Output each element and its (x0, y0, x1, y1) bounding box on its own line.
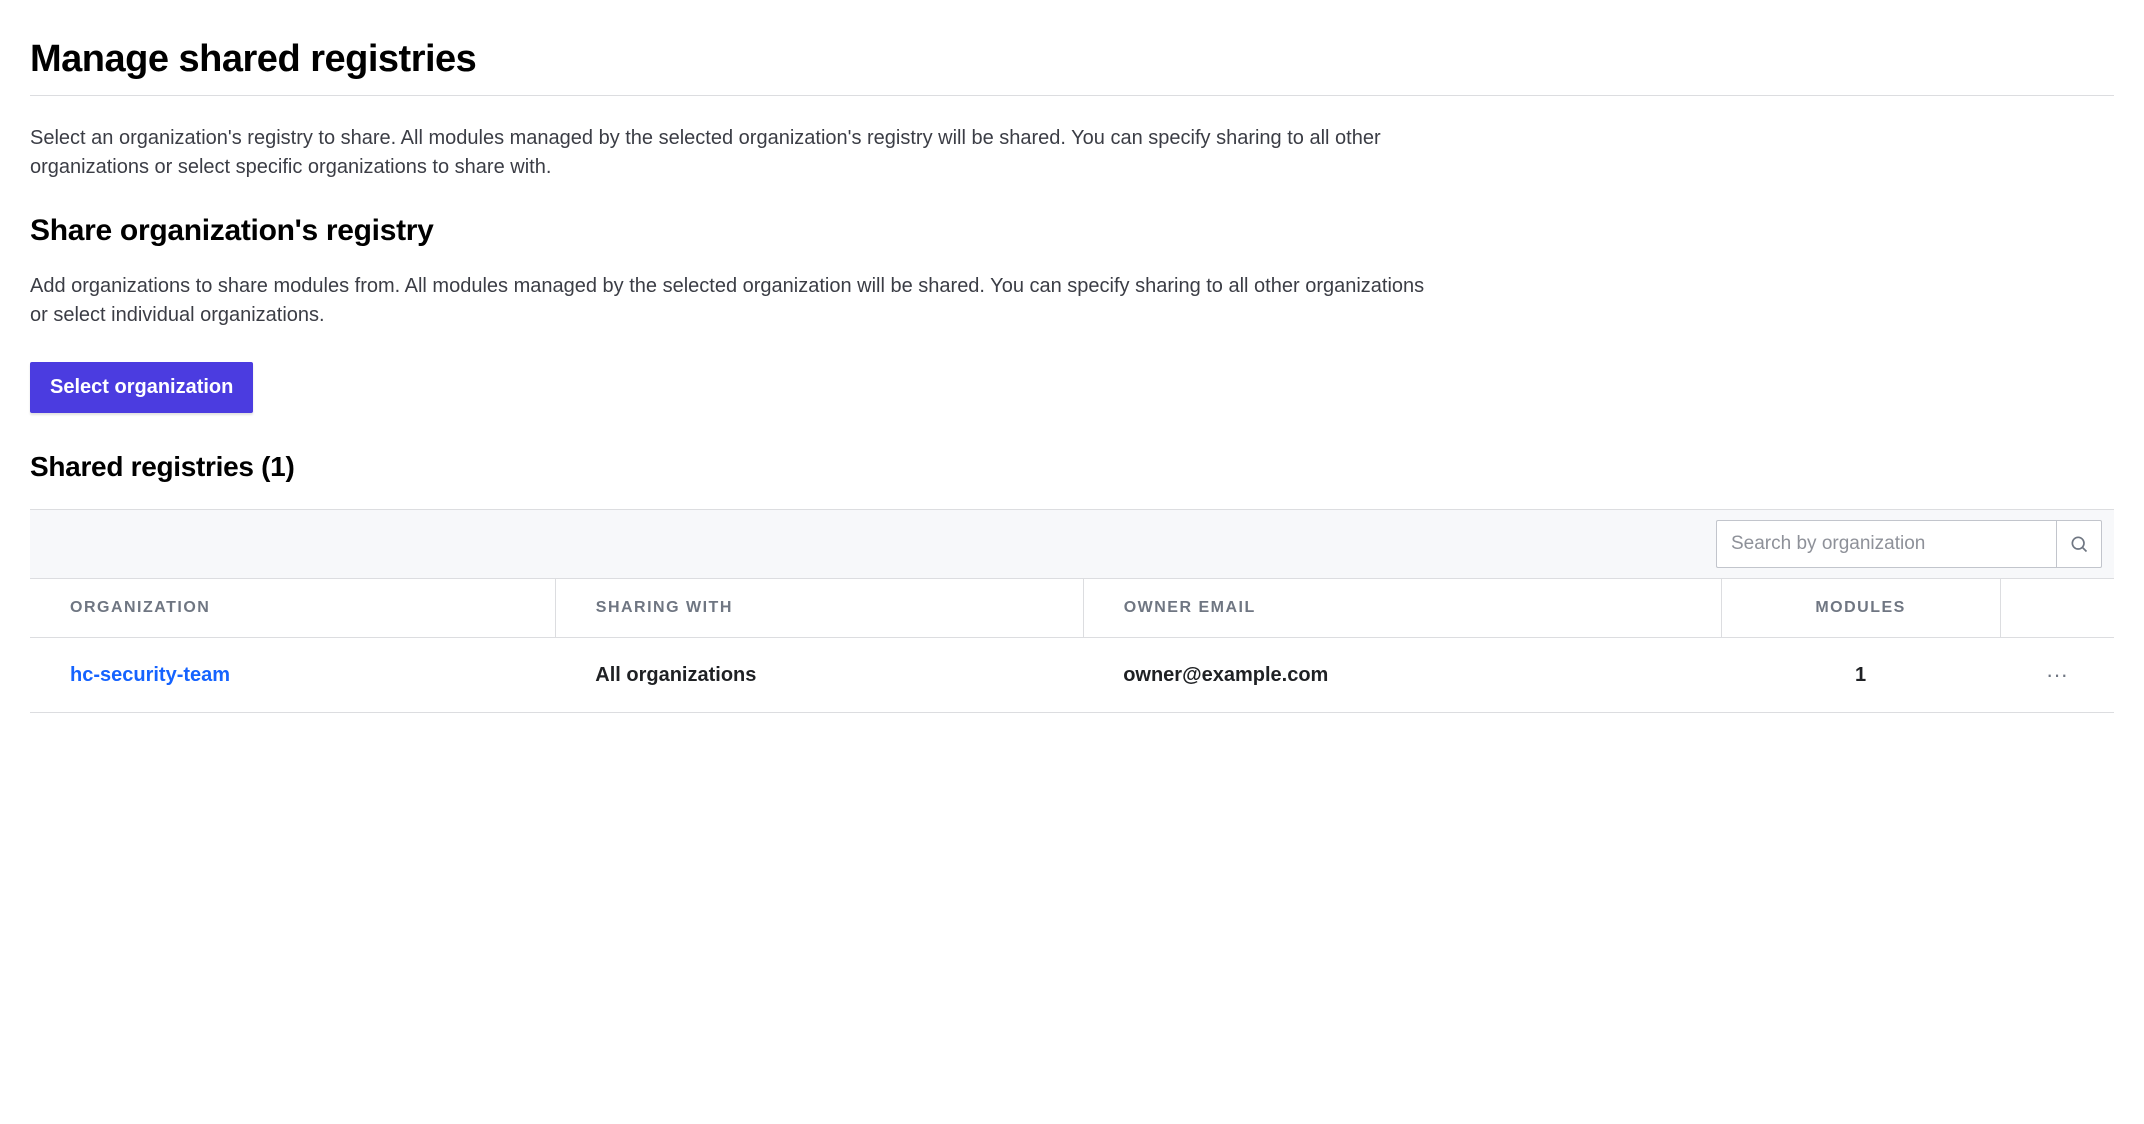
owner-email-cell: owner@example.com (1083, 638, 1721, 713)
shared-registries-title: Shared registries (1) (30, 451, 2114, 483)
column-header-organization: ORGANIZATION (30, 579, 555, 638)
organization-link[interactable]: hc-security-team (70, 664, 230, 686)
select-organization-button[interactable]: Select organization (30, 362, 253, 413)
more-horizontal-icon: ··· (2046, 662, 2068, 687)
column-header-actions (2000, 579, 2114, 638)
page-intro: Select an organization's registry to sha… (30, 124, 1430, 182)
shared-registries-table: ORGANIZATION SHARING WITH OWNER EMAIL MO… (30, 579, 2114, 713)
search-input[interactable] (1716, 520, 2056, 568)
share-section-title: Share organization's registry (30, 214, 2114, 248)
search-icon (2069, 534, 2089, 554)
column-header-owner-email: OWNER EMAIL (1083, 579, 1721, 638)
search-button[interactable] (2056, 520, 2102, 568)
column-header-sharing-with: SHARING WITH (555, 579, 1083, 638)
modules-cell: 1 (1721, 638, 2000, 713)
shared-registries-table-wrap: ORGANIZATION SHARING WITH OWNER EMAIL MO… (30, 509, 2114, 713)
column-header-modules: MODULES (1721, 579, 2000, 638)
page-title: Manage shared registries (30, 38, 2114, 81)
row-actions-button[interactable]: ··· (2040, 660, 2074, 690)
sharing-with-cell: All organizations (555, 638, 1083, 713)
title-divider (30, 95, 2114, 96)
table-row: hc-security-team All organizations owner… (30, 638, 2114, 713)
search-bar (30, 510, 2114, 579)
share-section-description: Add organizations to share modules from.… (30, 272, 1430, 330)
